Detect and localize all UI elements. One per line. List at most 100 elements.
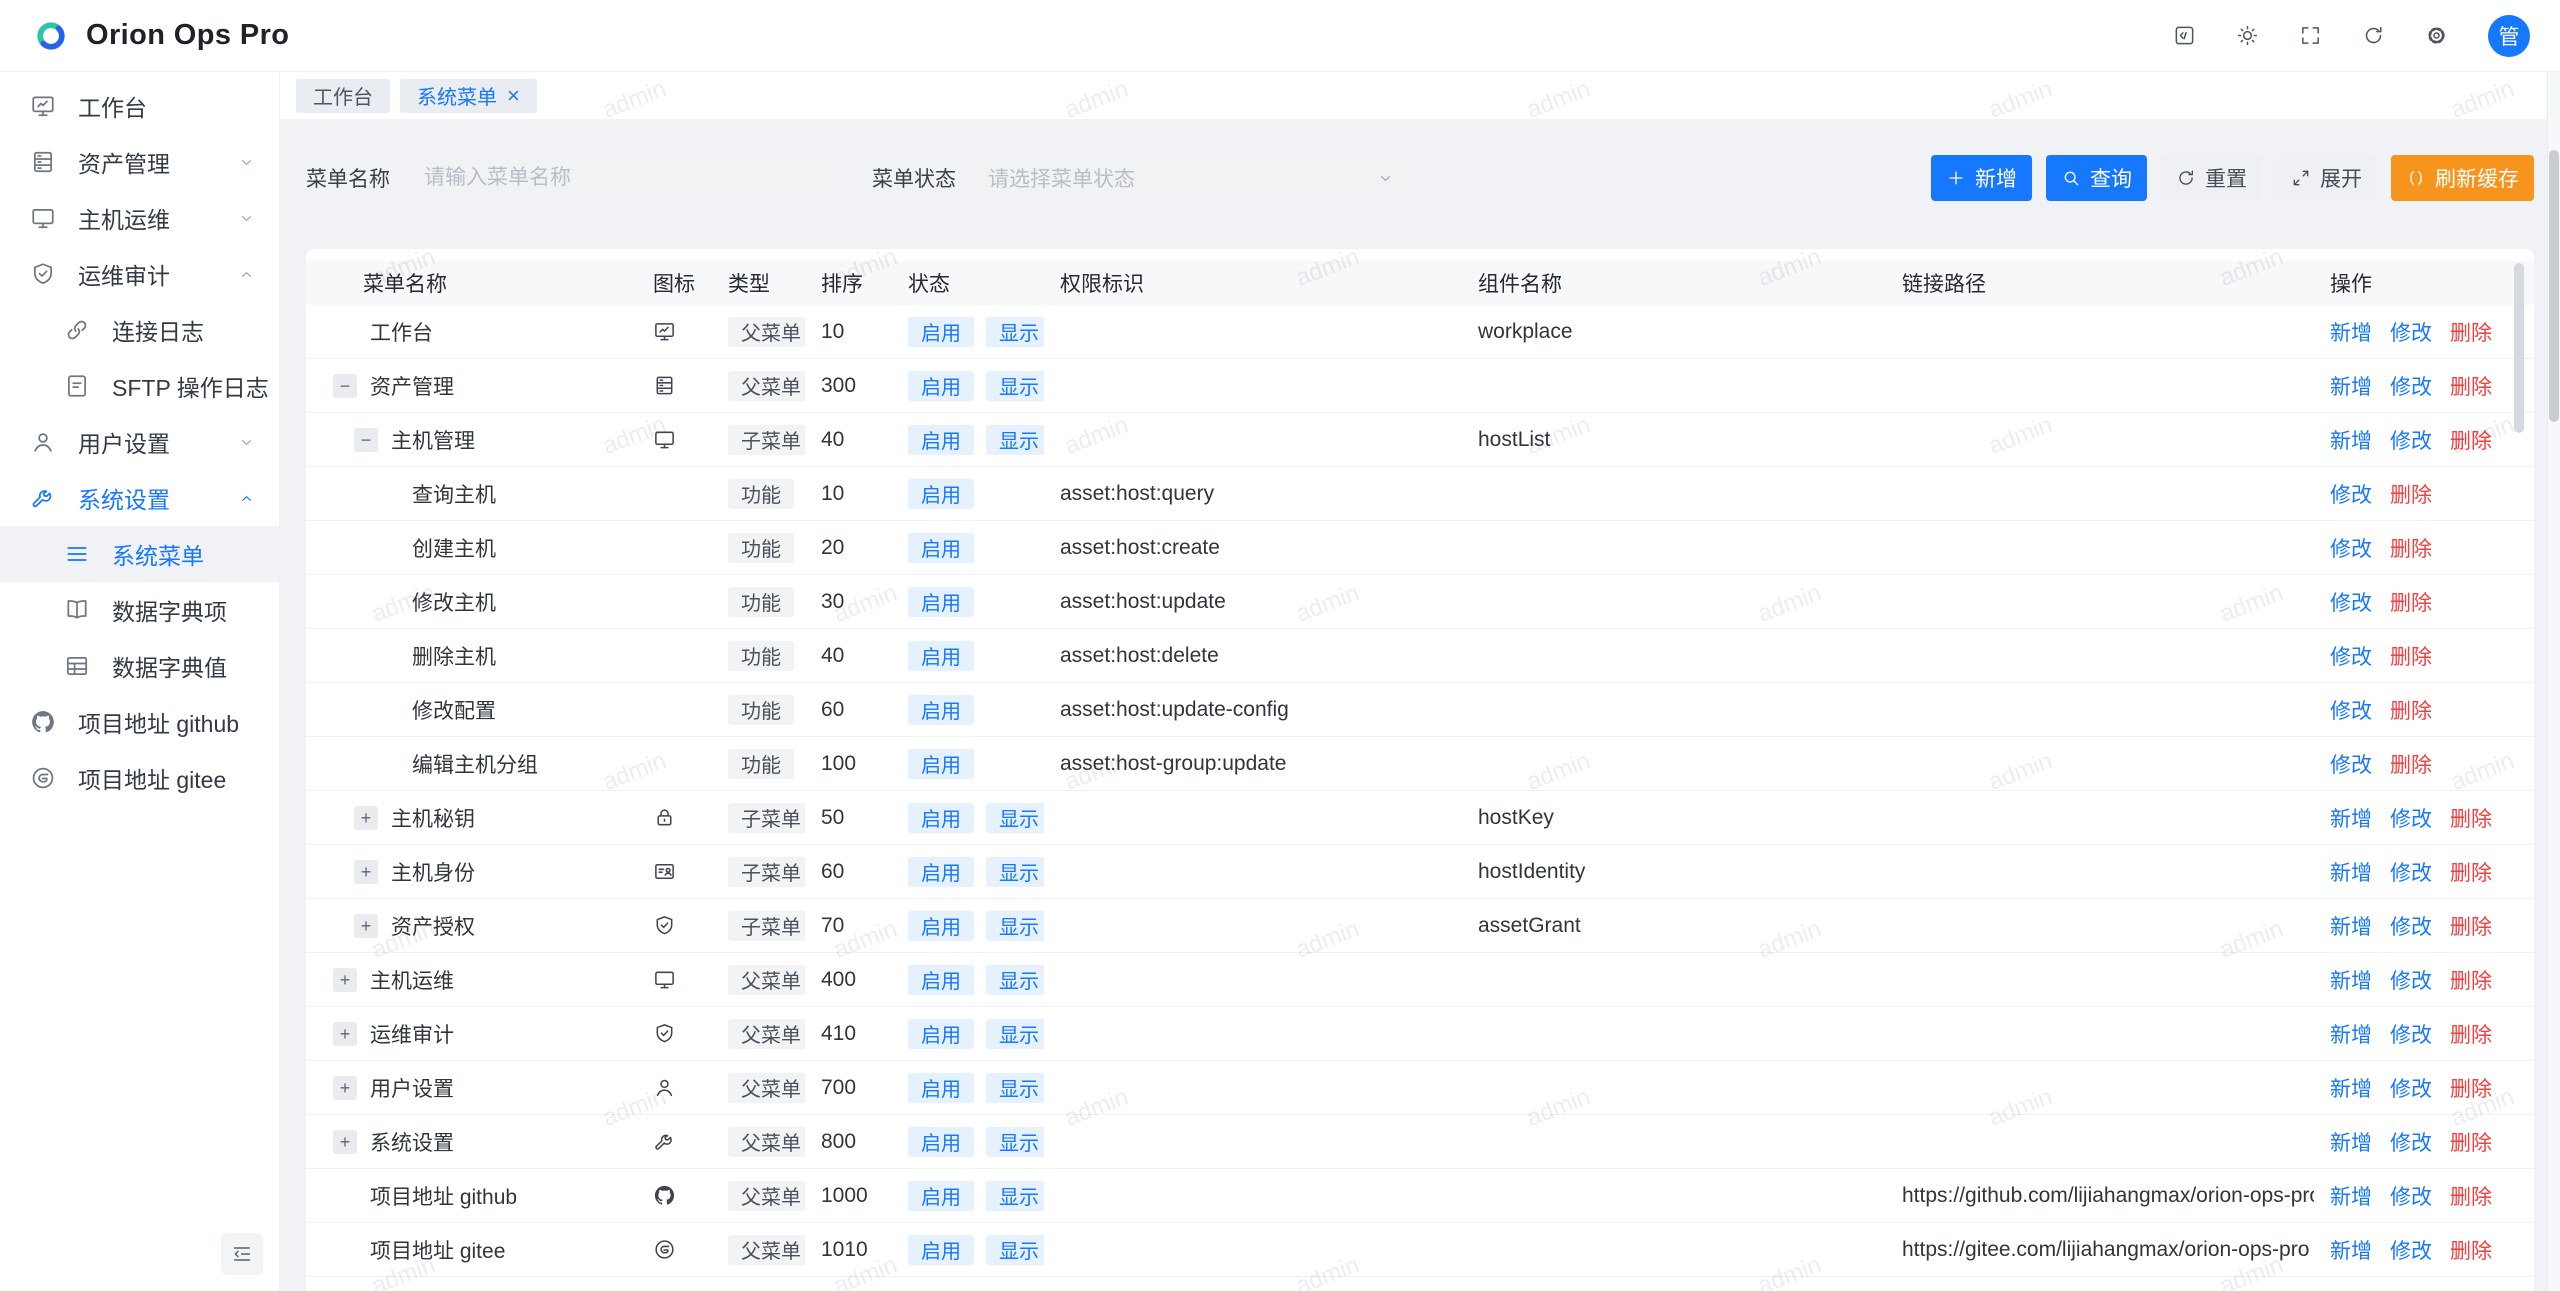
reload-icon[interactable]	[2362, 24, 2385, 47]
sidebar-item-wrench[interactable]: 系统设置	[0, 470, 279, 526]
sidebar-item-book[interactable]: 数据字典项	[0, 582, 279, 638]
edit-link[interactable]: 修改	[2390, 1019, 2432, 1049]
edit-link[interactable]: 修改	[2330, 749, 2372, 779]
edit-link[interactable]: 修改	[2390, 857, 2432, 887]
delete-link[interactable]: 删除	[2450, 1019, 2492, 1049]
add-link[interactable]: 新增	[2330, 1019, 2372, 1049]
expand-row-button[interactable]: +	[333, 1022, 357, 1046]
delete-link[interactable]: 删除	[2450, 371, 2492, 401]
edit-link[interactable]: 修改	[2330, 587, 2372, 617]
code-square-icon[interactable]	[2173, 24, 2196, 47]
gear-icon[interactable]	[2425, 24, 2448, 47]
add-link[interactable]: 新增	[2330, 911, 2372, 941]
delete-link[interactable]: 删除	[2450, 911, 2492, 941]
user-icon	[30, 429, 56, 455]
add-link[interactable]: 新增	[2330, 1073, 2372, 1103]
table-row: 项目地址 github父菜单1000启用显示https://github.com…	[306, 1169, 2534, 1223]
add-link[interactable]: 新增	[2330, 1235, 2372, 1265]
edit-link[interactable]: 修改	[2390, 1181, 2432, 1211]
page-scrollbar-thumb[interactable]	[2549, 150, 2559, 422]
close-tab-icon[interactable]: ×	[507, 85, 520, 107]
menu-type-cell: 父菜单	[712, 965, 805, 995]
edit-link[interactable]: 修改	[2390, 317, 2432, 347]
sidebar-item-menu[interactable]: 系统菜单	[0, 526, 279, 582]
edit-link[interactable]: 修改	[2390, 1235, 2432, 1265]
delete-link[interactable]: 删除	[2390, 587, 2432, 617]
add-link[interactable]: 新增	[2330, 371, 2372, 401]
edit-link[interactable]: 修改	[2330, 695, 2372, 725]
refresh-cache-button[interactable]: 刷新缓存	[2391, 155, 2534, 201]
menu-name-cell: 修改主机	[306, 587, 637, 617]
edit-link[interactable]: 修改	[2390, 965, 2432, 995]
search-button[interactable]: 查询	[2046, 155, 2147, 201]
add-link[interactable]: 新增	[2330, 1181, 2372, 1211]
sidebar-item-storage[interactable]: 资产管理	[0, 134, 279, 190]
edit-link[interactable]: 修改	[2330, 479, 2372, 509]
expand-row-button[interactable]: +	[333, 1076, 357, 1100]
delete-link[interactable]: 删除	[2450, 803, 2492, 833]
sun-icon[interactable]	[2236, 24, 2259, 47]
menu-name-input[interactable]	[406, 155, 838, 201]
edit-link[interactable]: 修改	[2390, 425, 2432, 455]
menu-status-select[interactable]: 请选择菜单状态	[972, 155, 1410, 201]
sidebar-collapse-button[interactable]	[221, 1233, 263, 1275]
expand-button[interactable]: 展开	[2276, 155, 2377, 201]
tab-1[interactable]: 系统菜单×	[400, 79, 537, 113]
edit-link[interactable]: 修改	[2330, 641, 2372, 671]
delete-link[interactable]: 删除	[2450, 965, 2492, 995]
delete-link[interactable]: 删除	[2450, 317, 2492, 347]
add-button[interactable]: 新增	[1931, 155, 2032, 201]
edit-link[interactable]: 修改	[2390, 803, 2432, 833]
sidebar-item-gitee[interactable]: 项目地址 gitee	[0, 750, 279, 806]
edit-link[interactable]: 修改	[2390, 1127, 2432, 1157]
menu-name: 主机秘钥	[391, 803, 475, 833]
add-link[interactable]: 新增	[2330, 803, 2372, 833]
expand-row-button[interactable]: +	[354, 860, 378, 884]
fullscreen-icon[interactable]	[2299, 24, 2322, 47]
add-link[interactable]: 新增	[2330, 317, 2372, 347]
collapse-row-button[interactable]: −	[333, 374, 357, 398]
delete-link[interactable]: 删除	[2450, 1181, 2492, 1211]
menu-sort-cell: 800	[805, 1130, 892, 1154]
expand-row-button[interactable]: +	[333, 968, 357, 992]
delete-link[interactable]: 删除	[2390, 533, 2432, 563]
delete-link[interactable]: 删除	[2450, 1235, 2492, 1265]
sidebar-item-table[interactable]: 数据字典值	[0, 638, 279, 694]
expand-row-button[interactable]: +	[333, 1130, 357, 1154]
expand-row-button[interactable]: +	[354, 914, 378, 938]
sidebar-item-file[interactable]: SFTP 操作日志	[0, 358, 279, 414]
add-link[interactable]: 新增	[2330, 857, 2372, 887]
delete-link[interactable]: 删除	[2450, 1073, 2492, 1103]
sidebar-item-user[interactable]: 用户设置	[0, 414, 279, 470]
edit-link[interactable]: 修改	[2390, 1073, 2432, 1103]
menu-icon-cell	[637, 428, 712, 451]
sidebar-item-shield-check[interactable]: 运维审计	[0, 246, 279, 302]
reset-button[interactable]: 重置	[2161, 155, 2262, 201]
table-row: 工作台父菜单10启用显示workplace新增修改删除	[306, 305, 2534, 359]
delete-link[interactable]: 删除	[2390, 695, 2432, 725]
status-badge: 显示	[986, 803, 1044, 833]
collapse-row-button[interactable]: −	[354, 428, 378, 452]
edit-link[interactable]: 修改	[2390, 371, 2432, 401]
sidebar-item-github[interactable]: 项目地址 github	[0, 694, 279, 750]
user-avatar[interactable]: 管	[2488, 15, 2530, 57]
delete-link[interactable]: 删除	[2450, 1127, 2492, 1157]
sidebar-item-link[interactable]: 连接日志	[0, 302, 279, 358]
add-link[interactable]: 新增	[2330, 425, 2372, 455]
page-scrollbar[interactable]	[2547, 72, 2560, 1291]
table-scrollbar-thumb[interactable]	[2514, 263, 2524, 433]
edit-link[interactable]: 修改	[2390, 911, 2432, 941]
delete-link[interactable]: 删除	[2450, 425, 2492, 455]
table-row: +主机运维父菜单400启用显示新增修改删除	[306, 953, 2534, 1007]
add-link[interactable]: 新增	[2330, 1127, 2372, 1157]
add-link[interactable]: 新增	[2330, 965, 2372, 995]
tab-0[interactable]: 工作台	[296, 79, 390, 113]
edit-link[interactable]: 修改	[2330, 533, 2372, 563]
delete-link[interactable]: 删除	[2450, 857, 2492, 887]
sidebar-item-desktop[interactable]: 主机运维	[0, 190, 279, 246]
sidebar-item-monitor-chart[interactable]: 工作台	[0, 78, 279, 134]
delete-link[interactable]: 删除	[2390, 641, 2432, 671]
delete-link[interactable]: 删除	[2390, 749, 2432, 779]
delete-link[interactable]: 删除	[2390, 479, 2432, 509]
expand-row-button[interactable]: +	[354, 806, 378, 830]
